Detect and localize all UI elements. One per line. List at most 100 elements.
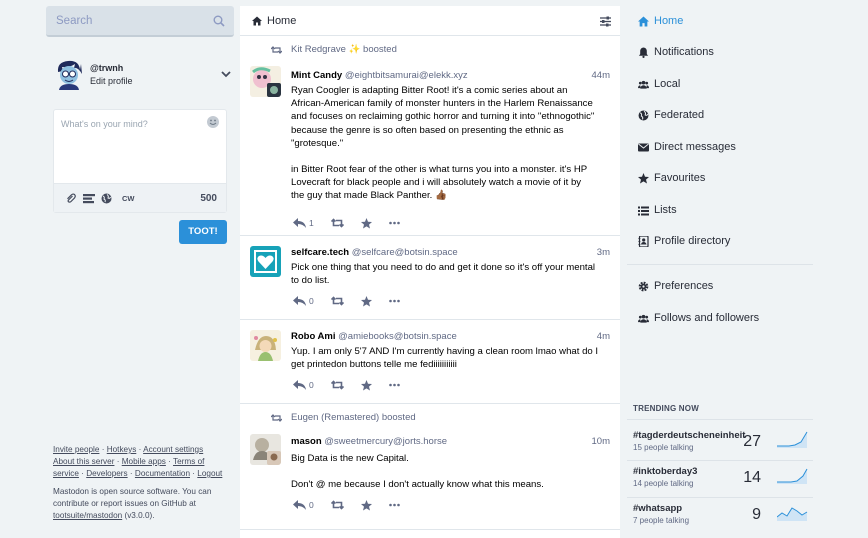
- status-item[interactable]: Eugen (Remastered) boosted mason @sweetm…: [240, 404, 620, 530]
- trending-divider: [627, 497, 813, 498]
- display-name[interactable]: selfcare.tech: [291, 247, 349, 258]
- home-icon: [252, 16, 262, 26]
- trending-hashtag[interactable]: #tagderdeutscheneinheit 15 people talkin…: [633, 430, 809, 464]
- reply-button[interactable]: 0: [293, 296, 314, 306]
- reply-button[interactable]: 0: [293, 500, 314, 510]
- footer-link-invite[interactable]: Invite people: [53, 445, 99, 454]
- reply-button[interactable]: 1: [293, 218, 314, 228]
- reply-button[interactable]: 0: [293, 380, 314, 390]
- status-time[interactable]: 44m: [592, 70, 610, 81]
- nav-item-direct-messages[interactable]: Direct messages: [638, 139, 736, 155]
- footer-link-mobile-apps[interactable]: Mobile apps: [122, 457, 166, 466]
- avatar[interactable]: [250, 330, 281, 361]
- avatar[interactable]: [250, 66, 281, 97]
- trending-hashtag[interactable]: #inktoberday3 14 people talking 14: [633, 466, 809, 500]
- github-link[interactable]: tootsuite/mastodon: [53, 511, 122, 520]
- account-handle[interactable]: @amiebooks@botsin.space: [338, 331, 457, 342]
- globe-icon[interactable]: [101, 193, 112, 204]
- display-name[interactable]: mason: [291, 436, 322, 447]
- footer-link-hotkeys[interactable]: Hotkeys: [107, 445, 137, 454]
- emoji-picker-icon[interactable]: [206, 115, 220, 129]
- ellipsis-icon: [388, 221, 400, 225]
- more-button[interactable]: [388, 503, 400, 507]
- status-item[interactable]: selfcare.tech @selfcare@botsin.space 3m …: [240, 236, 620, 320]
- chevron-down-icon[interactable]: [220, 68, 232, 80]
- star-icon: [360, 499, 372, 510]
- more-button[interactable]: [388, 221, 400, 225]
- paperclip-icon[interactable]: [65, 193, 76, 204]
- footer-link-account-settings[interactable]: Account settings: [143, 445, 203, 454]
- account-handle[interactable]: @selfcare@botsin.space: [352, 247, 458, 258]
- nav-item-lists[interactable]: Lists: [638, 202, 677, 218]
- compose-textarea[interactable]: What's on your mind?: [61, 119, 148, 129]
- account-handle[interactable]: @sweetmercury@jorts.horse: [324, 436, 447, 447]
- nav-item-preferences[interactable]: Preferences: [638, 278, 713, 294]
- more-button[interactable]: [388, 299, 400, 303]
- favourite-button[interactable]: [360, 217, 372, 229]
- toot-button[interactable]: TOOT!: [179, 220, 227, 244]
- avatar-image: [54, 58, 84, 90]
- more-button[interactable]: [388, 383, 400, 387]
- trending-hashtag[interactable]: #whatsapp 7 people talking 9: [633, 503, 809, 537]
- status-time[interactable]: 4m: [597, 331, 610, 342]
- retweet-icon: [330, 218, 344, 228]
- profile-handle[interactable]: @trwnh: [90, 63, 123, 73]
- avatar[interactable]: [54, 58, 84, 90]
- display-name[interactable]: Robo Ami: [291, 331, 336, 342]
- column-header[interactable]: Home: [240, 6, 620, 36]
- status-time[interactable]: 3m: [597, 247, 610, 258]
- status-header: mason @sweetmercury@jorts.horse: [291, 436, 447, 447]
- boost-button[interactable]: [330, 296, 344, 306]
- globe-icon: [638, 110, 649, 120]
- nav-item-local[interactable]: Local: [638, 76, 680, 92]
- favourite-button[interactable]: [360, 295, 372, 307]
- compose-form: What's on your mind? CW 500: [53, 109, 227, 213]
- content-warning-button[interactable]: CW: [122, 194, 135, 203]
- footer-link-developers[interactable]: Developers: [86, 469, 127, 478]
- nav-item-notifications[interactable]: Notifications: [638, 44, 714, 60]
- boosted-by-label: Kit Redgrave ✨ boosted: [291, 44, 397, 55]
- nav-item-follows-and-followers[interactable]: Follows and followers: [638, 310, 759, 326]
- column-settings-icon[interactable]: [600, 16, 611, 27]
- reply-icon: [293, 500, 306, 510]
- hashtag-link[interactable]: #inktoberday3: [633, 466, 697, 477]
- footer-link-terms-cont[interactable]: service: [53, 469, 79, 478]
- star-icon: [638, 172, 649, 183]
- display-name[interactable]: Mint Candy: [291, 70, 342, 81]
- people-talking: 15 people talking: [633, 443, 694, 452]
- footer-links: Invite people · Hotkeys · Account settin…: [53, 444, 233, 522]
- favourite-button[interactable]: [360, 499, 372, 511]
- hashtag-link[interactable]: #whatsapp: [633, 503, 682, 514]
- compose-toolbar: CW 500: [54, 183, 226, 212]
- hashtag-link[interactable]: #tagderdeutscheneinheit: [633, 430, 745, 441]
- footer-link-terms[interactable]: Terms of: [173, 457, 204, 466]
- reply-icon: [293, 296, 306, 306]
- search-input[interactable]: Search: [56, 15, 92, 27]
- nav-item-federated[interactable]: Federated: [638, 107, 704, 123]
- footer-link-about[interactable]: About this server: [53, 457, 114, 466]
- status-content: Pick one thing that you need to do and g…: [291, 262, 596, 287]
- nav-divider: [627, 264, 813, 265]
- status-time[interactable]: 10m: [592, 436, 610, 447]
- nav-item-home[interactable]: Home: [638, 13, 683, 29]
- avatar[interactable]: [250, 246, 281, 277]
- poll-icon[interactable]: [83, 193, 95, 204]
- boost-button[interactable]: [330, 218, 344, 228]
- nav-item-favourites[interactable]: Favourites: [638, 170, 705, 186]
- favourite-button[interactable]: [360, 379, 372, 391]
- hashtag-uses: 14: [743, 469, 761, 486]
- search-icon: [213, 15, 225, 27]
- edit-profile-link[interactable]: Edit profile: [90, 76, 133, 86]
- search-box[interactable]: Search: [46, 6, 234, 37]
- boost-button[interactable]: [330, 500, 344, 510]
- hashtag-uses: 9: [752, 506, 761, 523]
- avatar[interactable]: [250, 434, 281, 465]
- footer-link-documentation[interactable]: Documentation: [135, 469, 190, 478]
- status-item[interactable]: Robo Ami @amiebooks@botsin.space 4m Yup.…: [240, 320, 620, 404]
- footer-link-logout[interactable]: Logout: [197, 469, 222, 478]
- boost-button[interactable]: [330, 380, 344, 390]
- account-handle[interactable]: @eightbitsamurai@elekk.xyz: [345, 70, 468, 81]
- nav-item-profile-directory[interactable]: Profile directory: [638, 233, 730, 249]
- retweet-icon: [330, 500, 344, 510]
- status-item[interactable]: Kit Redgrave ✨ boosted Mint Candy @eight…: [240, 36, 620, 236]
